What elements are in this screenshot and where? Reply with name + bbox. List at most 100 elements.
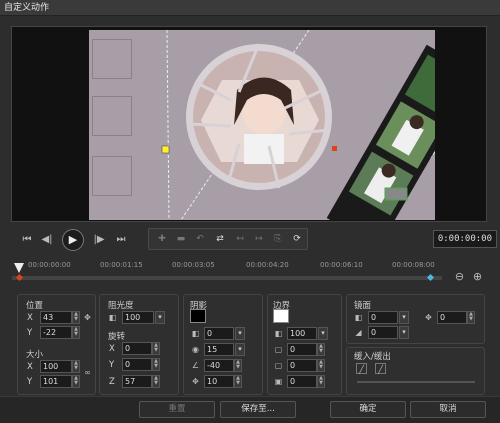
preview-stage: [89, 30, 435, 220]
ease-in-icon[interactable]: ╱: [356, 363, 367, 374]
previous-frame-icon[interactable]: ◀|: [39, 232, 55, 248]
border-radius-icon: ▢: [274, 361, 283, 370]
mirror-offset-spinner[interactable]: ▲ ▼: [467, 311, 475, 324]
ease-slider[interactable]: [357, 381, 475, 383]
save-to-button[interactable]: 保存至...: [220, 401, 296, 418]
shadow-angle-input[interactable]: -40: [204, 359, 234, 372]
mirror-opacity-dropdown[interactable]: ▾: [399, 311, 409, 324]
rotation-z-spinner[interactable]: ▲ ▼: [152, 375, 160, 388]
border-opacity-input[interactable]: 100: [287, 327, 317, 340]
opacity-icon: ◧: [108, 313, 117, 322]
timecode-display[interactable]: 0:00:00:00: [433, 230, 497, 248]
size-y-input[interactable]: 101: [40, 375, 72, 388]
ruler-tick: 00:00:03:05: [172, 261, 215, 269]
move-right-icon[interactable]: ↦: [252, 232, 266, 246]
shadow-color-swatch[interactable]: [190, 309, 206, 323]
border-width-spinner[interactable]: ▲ ▼: [317, 343, 325, 356]
swap-icon[interactable]: ⇄: [213, 232, 227, 246]
border-opacity-icon: ◧: [274, 329, 283, 338]
position-x-input[interactable]: 43: [40, 311, 72, 324]
go-start-icon[interactable]: ⏮: [19, 232, 35, 248]
reverse-path-icon[interactable]: ↶: [193, 232, 207, 246]
shadow-distance-spinner[interactable]: ▲ ▼: [234, 375, 242, 388]
shadow-opacity-input[interactable]: 0: [204, 327, 234, 340]
ruler-tick: 00:00:00:00: [28, 261, 71, 269]
shadow-opacity-icon: ◧: [191, 329, 200, 338]
position-size-group: 位置 X 43 ▲ ▼ Y -22 ▲ ▼ ✥ 大小 X 100 ▲ ▼ Y 101 …: [17, 294, 96, 395]
opacity-input[interactable]: 100: [122, 311, 154, 324]
motion-guides: [161, 30, 435, 220]
go-end-icon[interactable]: ⏭: [113, 232, 129, 248]
mirror-fade-input[interactable]: 0: [368, 326, 398, 339]
zoom-out-icon[interactable]: ⊖: [454, 271, 465, 282]
mirror-offset-icon: ✥: [425, 313, 432, 322]
ruler-tick: 00:00:04:20: [246, 261, 289, 269]
border-width-icon: ▢: [274, 345, 283, 354]
ease-out-icon[interactable]: ╱: [375, 363, 386, 374]
border-radius-input[interactable]: 0: [287, 359, 317, 372]
rotation-y-label: Y: [109, 360, 115, 370]
shadow-opacity-dropdown[interactable]: ▾: [235, 327, 245, 340]
mirror-opacity-input[interactable]: 0: [368, 311, 398, 324]
mirror-opacity-icon: ◧: [354, 313, 363, 322]
ok-button[interactable]: 确定: [330, 401, 406, 418]
shadow-blur-dropdown[interactable]: ▾: [235, 343, 245, 356]
remove-keyframe-icon[interactable]: ▬: [174, 232, 188, 246]
cancel-button[interactable]: 取消: [410, 401, 486, 418]
link-icon[interactable]: ∞: [82, 367, 93, 378]
rotation-z-label: Z: [109, 377, 115, 387]
border-blur-input[interactable]: 0: [287, 375, 317, 388]
keyframe-toolbar: ✚ ▬ ↶ ⇄ ↤ ↦ ⎘ ⟳: [148, 228, 308, 250]
size-title: 大小: [26, 350, 44, 360]
rotation-x-spinner[interactable]: ▲ ▼: [152, 342, 160, 355]
mirror-offset-input[interactable]: 0: [437, 311, 467, 324]
border-radius-spinner[interactable]: ▲ ▼: [317, 359, 325, 372]
rotation-x-input[interactable]: 0: [122, 342, 152, 355]
mirror-group: 镜面 ◧ 0 ▾ ◢ 0 ▾ ✥ 0 ▲ ▼: [346, 294, 485, 344]
shadow-distance-input[interactable]: 10: [204, 375, 234, 388]
mirror-fade-dropdown[interactable]: ▾: [399, 326, 409, 339]
rotation-y-spinner[interactable]: ▲ ▼: [152, 358, 160, 371]
size-x-input[interactable]: 100: [40, 360, 72, 373]
mirror-fade-icon: ◢: [355, 328, 362, 337]
position-y-input[interactable]: -22: [40, 326, 72, 339]
position-x-label: X: [27, 313, 33, 323]
position-y-spinner[interactable]: ▲ ▼: [72, 326, 80, 339]
next-frame-icon[interactable]: |▶: [91, 232, 107, 248]
border-group: 边界 ◧ 100 ▾ ▢ 0 ▲▼ ▢ 0 ▲▼ ▣ 0 ▲▼ 0: [267, 294, 342, 395]
shadow-angle-icon: ∠: [191, 361, 200, 370]
shadow-group: 阴影 ◧ 0 ▾ ◉ 15 ▾ ∠ -40 ▲ ▼ ✥ 10 ▲ ▼: [183, 294, 263, 395]
shadow-blur-icon: ◉: [192, 345, 199, 354]
preview-area: [11, 26, 487, 222]
paste-keyframe-icon[interactable]: ⟳: [290, 232, 304, 246]
rotation-y-input[interactable]: 0: [122, 358, 152, 371]
mirror-title: 镜面: [354, 301, 372, 311]
size-y-label: Y: [27, 377, 33, 387]
playback-bar: ⏮ ◀| ▶ |▶ ⏭ ✚ ▬ ↶ ⇄ ↤ ↦ ⎘ ⟳ 0:00:00:00: [11, 226, 497, 254]
rotation-z-input[interactable]: 57: [122, 375, 152, 388]
size-x-label: X: [27, 362, 33, 372]
move-left-icon[interactable]: ↤: [233, 232, 247, 246]
shadow-blur-input[interactable]: 15: [204, 343, 234, 356]
opacity-dropdown[interactable]: ▾: [155, 311, 165, 324]
position-title: 位置: [26, 301, 44, 311]
shadow-angle-spinner[interactable]: ▲ ▼: [234, 359, 242, 372]
copy-keyframe-icon[interactable]: ⎘: [271, 232, 285, 246]
border-blur-spinner[interactable]: ▲ ▼: [317, 375, 325, 388]
border-width-input[interactable]: 0: [287, 343, 317, 356]
add-keyframe-icon[interactable]: ✚: [155, 232, 169, 246]
size-x-spinner[interactable]: ▲ ▼: [72, 360, 80, 373]
position-x-spinner[interactable]: ▲ ▼: [72, 311, 80, 324]
play-button[interactable]: ▶: [62, 229, 84, 251]
border-color-swatch[interactable]: [273, 309, 289, 323]
keyframe-track[interactable]: [12, 276, 442, 280]
zoom-in-icon[interactable]: ⊕: [472, 271, 483, 282]
opacity-rotation-group: 阻光度 ◧ 100 ▾ 旋转 X 0 ▲ ▼ Y 0 ▲ ▼ Z 57 ▲ ▼: [99, 294, 179, 395]
border-opacity-dropdown[interactable]: ▾: [318, 327, 328, 340]
ruler-tick: 00:00:01:15: [100, 261, 143, 269]
position-y-label: Y: [27, 328, 33, 338]
size-y-spinner[interactable]: ▲ ▼: [72, 375, 80, 388]
ruler-tick: 00:00:08:00: [392, 261, 435, 269]
reset-button[interactable]: 重置: [139, 401, 215, 418]
move-arrows-icon[interactable]: ✥: [82, 312, 93, 323]
